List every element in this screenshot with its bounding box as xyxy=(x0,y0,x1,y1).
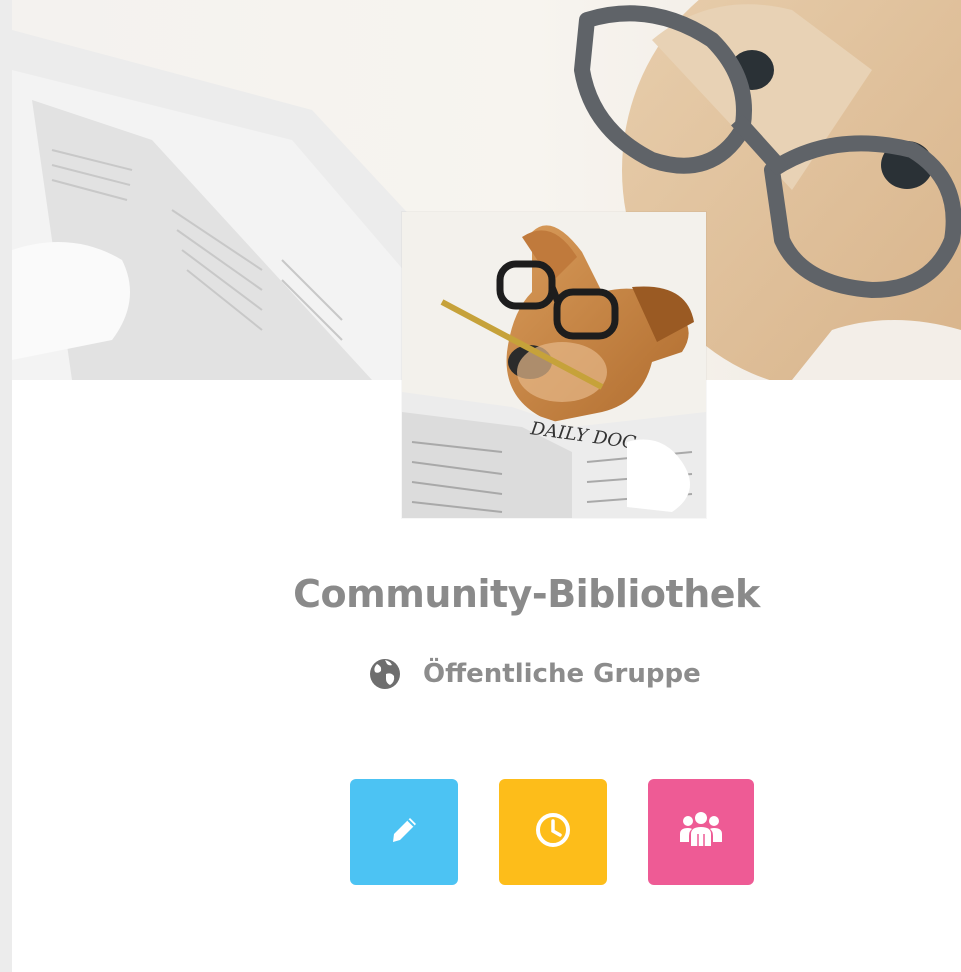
group-page: DAILY DOG Community-Bibliothek Öffentlic… xyxy=(0,0,961,972)
members-button[interactable] xyxy=(648,779,754,885)
group-title: Community-Bibliothek xyxy=(293,572,760,616)
edit-group-button[interactable] xyxy=(350,779,458,885)
group-privacy: Öffentliche Gruppe xyxy=(365,654,701,694)
users-icon xyxy=(677,808,725,856)
events-button[interactable] xyxy=(499,779,607,885)
sidebar-strip xyxy=(0,0,12,972)
pencil-icon xyxy=(384,810,424,854)
privacy-label: Öffentliche Gruppe xyxy=(423,659,701,689)
globe-icon xyxy=(365,654,405,694)
avatar-image: DAILY DOG xyxy=(402,212,706,518)
clock-icon xyxy=(531,808,575,856)
group-avatar[interactable]: DAILY DOG xyxy=(402,212,706,518)
